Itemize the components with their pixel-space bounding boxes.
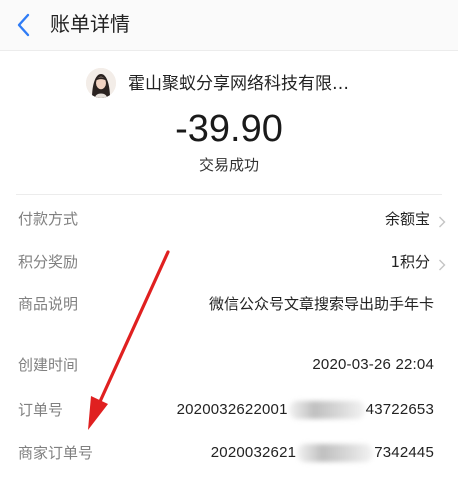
detail-value: 余额宝: [384, 210, 430, 228]
merchant-name[interactable]: 霍山聚蚁分享网络科技有限…: [128, 72, 349, 96]
detail-row-created-time: 创建时间 2020-03-26 22:04: [0, 348, 458, 382]
detail-label: 商品说明: [18, 295, 79, 313]
chevron-right-icon: [438, 213, 446, 228]
detail-row-order-number: 订单号 2020032622001 43722653: [0, 393, 458, 427]
bill-detail-page: 账单详情 霍山聚蚁分享网络科技有限… -39.90 交易成功 付款方式 余额宝 …: [0, 0, 458, 486]
detail-value: 2020-03-26 22:04: [312, 356, 434, 373]
detail-label: 商家订单号: [18, 444, 94, 462]
detail-value: 微信公众号文章搜索导出助手年卡: [208, 295, 434, 313]
page-title: 账单详情: [50, 12, 130, 36]
divider: [16, 194, 442, 195]
merchant-order-number-start: 2020032621: [210, 444, 297, 461]
detail-row-points[interactable]: 积分奖励 1积分: [0, 245, 458, 279]
detail-label: 付款方式: [18, 210, 79, 228]
detail-row-product-description: 商品说明 微信公众号文章搜索导出助手年卡: [0, 287, 458, 321]
amount: -39.90: [175, 108, 283, 150]
blurred-region: [297, 444, 374, 463]
avatar: [86, 68, 116, 98]
nav-header: 账单详情: [0, 0, 458, 51]
detail-label: 订单号: [18, 401, 64, 419]
transaction-status: 交易成功: [198, 156, 259, 174]
blurred-region: [288, 401, 365, 420]
order-number-end: 43722653: [365, 401, 434, 418]
detail-value: 1积分: [390, 253, 430, 271]
chevron-left-icon[interactable]: [14, 12, 36, 38]
detail-label: 积分奖励: [18, 253, 79, 271]
detail-label: 创建时间: [18, 356, 79, 374]
detail-row-merchant-order-number: 商家订单号 2020032621 7342445: [0, 436, 458, 470]
order-number-value: 2020032622001 43722653: [177, 399, 434, 421]
merchant-order-number-end: 7342445: [374, 444, 434, 461]
order-number-start: 2020032622001: [176, 401, 288, 418]
merchant-order-number-value: 2020032621 7342445: [211, 442, 434, 464]
chevron-right-icon: [438, 256, 446, 271]
merchant-info: 霍山聚蚁分享网络科技有限…: [0, 64, 458, 104]
detail-row-payment-method[interactable]: 付款方式 余额宝: [0, 202, 458, 236]
